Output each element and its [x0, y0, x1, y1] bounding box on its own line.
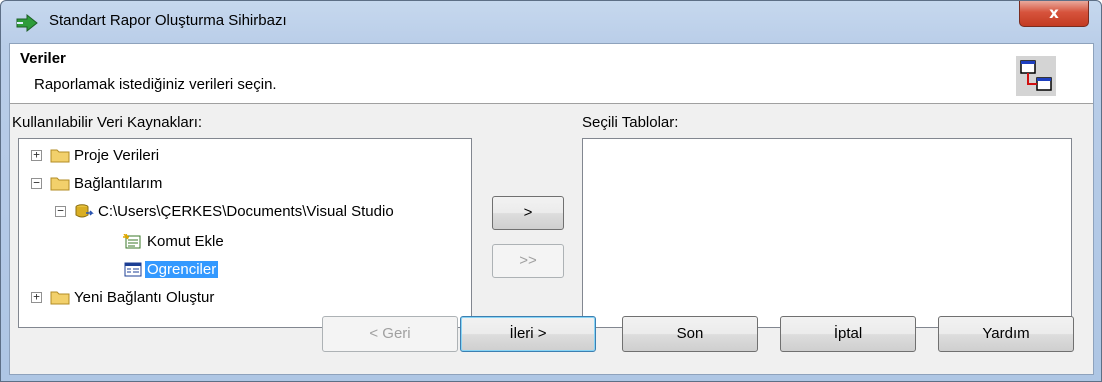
data-source-tree[interactable]: + Proje Verileri − Bağlantılarım − C:\Us…	[18, 138, 472, 328]
tree-item-label: Yeni Bağlantı Oluştur	[74, 288, 215, 306]
add-table-button[interactable]: >	[492, 196, 564, 230]
tree-item-label: C:\Users\ÇERKES\Documents\Visual Studio	[98, 202, 394, 220]
available-sources-label: Kullanılabilir Veri Kaynakları:	[12, 114, 203, 131]
expand-icon[interactable]: +	[31, 149, 42, 161]
finish-button[interactable]: Son	[622, 316, 758, 352]
tree-item-add-command[interactable]: Komut Ekle	[123, 229, 226, 253]
tree-item-project-data[interactable]: + Proje Verileri	[31, 143, 161, 167]
expand-icon[interactable]: +	[31, 291, 42, 303]
folder-icon	[50, 149, 70, 162]
selected-tables-label: Seçili Tablolar:	[582, 114, 679, 131]
folder-icon	[50, 291, 70, 304]
back-button[interactable]: < Geri	[322, 316, 458, 352]
collapse-icon[interactable]: −	[31, 177, 42, 189]
folder-icon	[50, 177, 70, 190]
tree-item-label: Komut Ekle	[147, 232, 224, 250]
selected-tables-list[interactable]	[582, 138, 1072, 328]
window-title: Standart Rapor Oluşturma Sihirbazı	[49, 12, 287, 29]
table-link-icon	[1016, 56, 1056, 96]
wizard-header: Veriler Raporlamak istediğiniz verileri …	[10, 44, 1093, 104]
close-button[interactable]: x	[1019, 1, 1089, 27]
page-title: Veriler	[20, 50, 66, 67]
tree-item-ogrenciler[interactable]: Ogrenciler	[123, 257, 219, 281]
tree-item-my-connections[interactable]: − Bağlantılarım	[31, 171, 164, 195]
table-icon	[124, 262, 142, 276]
wizard-window: Standart Rapor Oluşturma Sihirbazı x Ver…	[0, 0, 1102, 382]
tree-item-label: Bağlantılarım	[74, 174, 163, 192]
tree-item-label-selected: Ogrenciler	[145, 260, 219, 278]
cancel-button[interactable]: İptal	[780, 316, 916, 352]
app-arrow-icon	[16, 13, 38, 33]
page-subtitle: Raporlamak istediğiniz verileri seçin.	[34, 76, 277, 93]
help-button[interactable]: Yardım	[938, 316, 1074, 352]
client-area: Veriler Raporlamak istediğiniz verileri …	[9, 43, 1094, 375]
add-command-icon	[123, 233, 141, 248]
tree-item-new-connection[interactable]: + Yeni Bağlantı Oluştur	[31, 285, 216, 309]
database-icon	[75, 203, 94, 217]
tree-item-label: Proje Verileri	[74, 146, 160, 164]
collapse-icon[interactable]: −	[55, 205, 66, 217]
add-all-tables-button[interactable]: >>	[492, 244, 564, 278]
next-button[interactable]: İleri >	[460, 316, 596, 352]
title-bar: Standart Rapor Oluşturma Sihirbazı x	[1, 1, 1101, 43]
tree-item-database[interactable]: − C:\Users\ÇERKES\Documents\Visual Studi…	[55, 199, 396, 223]
